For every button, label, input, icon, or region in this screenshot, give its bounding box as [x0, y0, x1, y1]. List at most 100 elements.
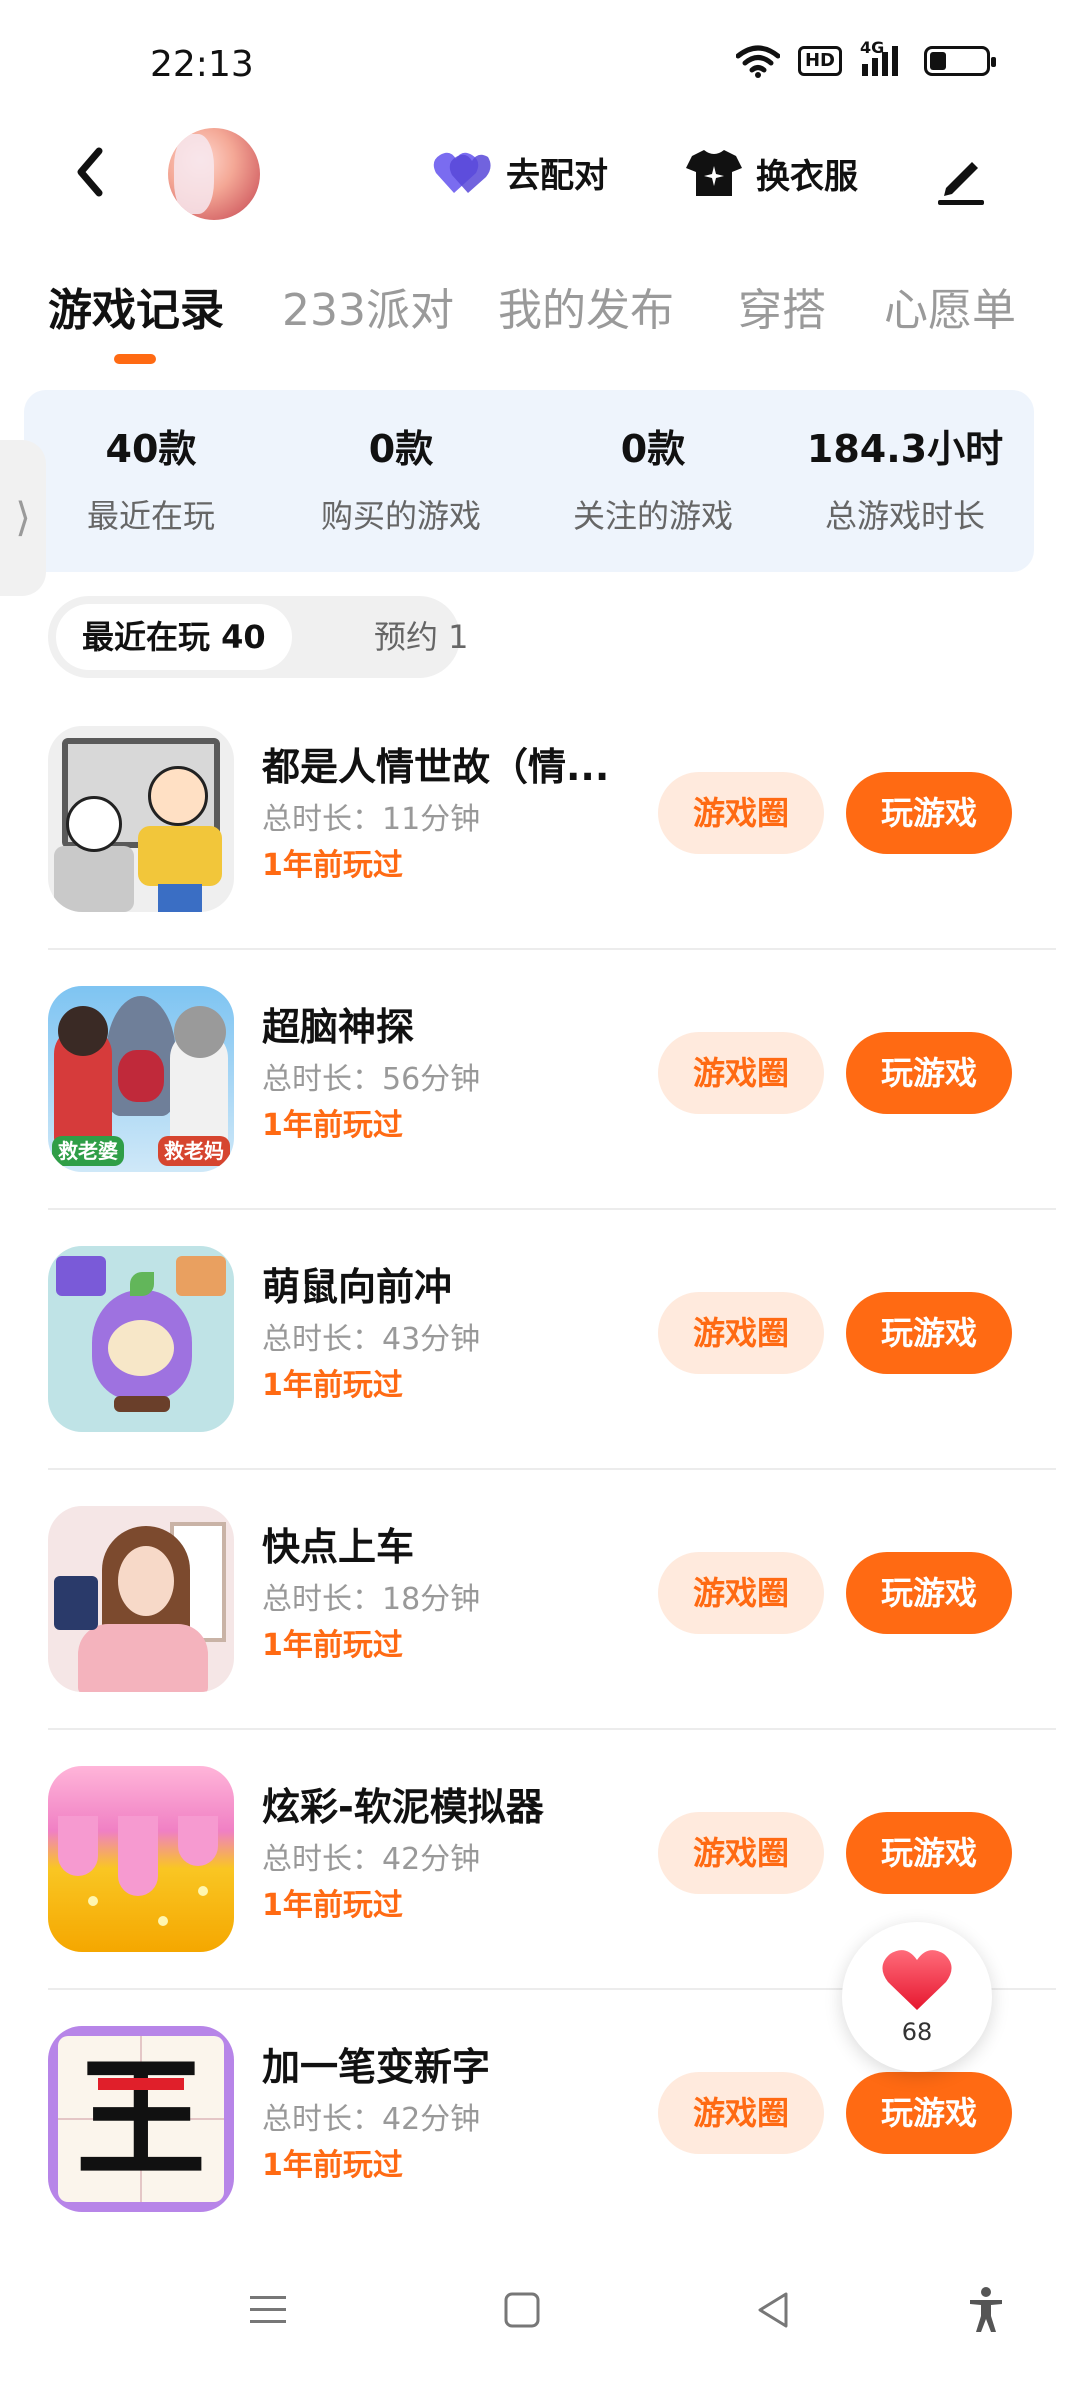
- play-game-button[interactable]: 玩游戏: [846, 1032, 1012, 1114]
- like-count: 68: [901, 2018, 933, 2046]
- sub-tab-recent[interactable]: 最近在玩 40: [56, 604, 292, 670]
- play-game-button[interactable]: 玩游戏: [846, 1292, 1012, 1374]
- game-duration: 总时长：56分钟: [262, 1062, 481, 1097]
- art-character: [78, 1624, 208, 1692]
- sub-tab-reserved[interactable]: 预约 1: [348, 604, 495, 670]
- play-game-button[interactable]: 玩游戏: [846, 772, 1012, 854]
- game-circle-button[interactable]: 游戏圈: [658, 2072, 824, 2154]
- stat-label: 购买的游戏: [320, 497, 481, 535]
- game-last-played: 1年前玩过: [262, 1628, 403, 1663]
- art-figure: [158, 884, 202, 912]
- wifi-icon: [735, 45, 780, 78]
- status-bar: 22:13 HD 4G: [0, 0, 1080, 120]
- tab-party[interactable]: 233派对: [282, 274, 454, 338]
- game-icon[interactable]: [48, 1506, 234, 1692]
- chevron-right-icon: ⟩: [15, 495, 31, 541]
- game-title: 快点上车: [262, 1525, 415, 1569]
- game-circle-button[interactable]: 游戏圈: [658, 1552, 824, 1634]
- game-circle-button[interactable]: 游戏圈: [658, 1292, 824, 1374]
- battery-level: [930, 52, 946, 70]
- game-circle-button[interactable]: 游戏圈: [658, 772, 824, 854]
- stat-total-time[interactable]: 184.3小时 总游戏时长: [780, 418, 1030, 537]
- art-sparkle: [158, 1916, 168, 1926]
- art-figure: [148, 766, 208, 826]
- art-figure: [174, 1006, 226, 1058]
- art-drip: [118, 1816, 158, 1896]
- play-game-button[interactable]: 玩游戏: [846, 2072, 1012, 2154]
- chevron-left-icon: [77, 147, 103, 197]
- art-character: [114, 1396, 170, 1412]
- game-circle-button[interactable]: 游戏圈: [658, 1032, 824, 1114]
- accessibility-button[interactable]: [956, 2280, 1016, 2340]
- menu-icon: [250, 2296, 286, 2323]
- pair-label: 去配对: [506, 156, 608, 196]
- heart-icon: [882, 1950, 952, 2010]
- stat-recent[interactable]: 40款 最近在玩: [26, 418, 276, 537]
- profile-tabs: 游戏记录 233派对 我的发布 穿搭 心愿单: [0, 262, 1080, 372]
- stat-label: 关注的游戏: [572, 497, 733, 535]
- outfit-button[interactable]: 换衣服: [686, 148, 858, 198]
- tab-outfits[interactable]: 穿搭: [738, 274, 826, 338]
- game-badge: 救老妈: [158, 1136, 230, 1166]
- tshirt-icon: [686, 150, 742, 196]
- battery-icon: [924, 46, 996, 76]
- game-icon-glyph: 王: [75, 2042, 206, 2195]
- stat-followed[interactable]: 0款 关注的游戏: [528, 418, 778, 537]
- art-cards: [54, 1576, 98, 1630]
- game-title: 萌鼠向前冲: [262, 1265, 453, 1309]
- art-flag: [56, 1256, 106, 1296]
- art-figure: [54, 846, 134, 912]
- art-character: [108, 1320, 174, 1376]
- signal-icon: 4G: [860, 38, 906, 78]
- stat-purchased[interactable]: 0款 购买的游戏: [276, 418, 526, 537]
- pencil-icon: [938, 162, 984, 205]
- art-figure: [138, 826, 222, 886]
- outfit-label: 换衣服: [756, 156, 858, 197]
- edit-button[interactable]: [934, 150, 990, 206]
- game-icon[interactable]: [48, 1246, 234, 1432]
- play-game-button[interactable]: 玩游戏: [846, 1552, 1012, 1634]
- tab-game-records[interactable]: 游戏记录: [48, 274, 224, 338]
- art-sparkle: [88, 1896, 98, 1906]
- art-drip: [58, 1816, 98, 1876]
- accessibility-icon: [970, 2287, 1002, 2332]
- game-row[interactable]: 萌鼠向前冲 总时长：43分钟 1年前玩过 游戏圈 玩游戏: [0, 1210, 1080, 1470]
- back-button[interactable]: [60, 142, 120, 202]
- stats-card: 40款 最近在玩 0款 购买的游戏 0款 关注的游戏 184.3小时 总游戏时长: [24, 390, 1034, 572]
- game-duration: 总时长：42分钟: [262, 2102, 481, 2137]
- menu-nav-button[interactable]: [238, 2280, 298, 2340]
- side-drawer-handle[interactable]: ⟩: [0, 440, 46, 596]
- game-row[interactable]: 快点上车 总时长：18分钟 1年前玩过 游戏圈 玩游戏: [0, 1470, 1080, 1730]
- tab-my-posts[interactable]: 我的发布: [498, 274, 674, 338]
- stat-value: 40款: [105, 427, 197, 471]
- art-figure: [58, 1006, 108, 1056]
- game-row[interactable]: 救老婆 救老妈 超脑神探 总时长：56分钟 1年前玩过 游戏圈 玩游戏: [0, 950, 1080, 1210]
- stat-label: 最近在玩: [86, 497, 215, 535]
- game-circle-button[interactable]: 游戏圈: [658, 1812, 824, 1894]
- art-drip: [178, 1816, 218, 1866]
- back-nav-button[interactable]: [744, 2280, 804, 2340]
- stat-value: 184.3小时: [806, 427, 1004, 471]
- pair-button[interactable]: 去配对: [432, 148, 608, 197]
- home-nav-button[interactable]: [492, 2280, 552, 2340]
- back-triangle-icon: [758, 2292, 788, 2328]
- game-row[interactable]: 都是人情世故（情... 总时长：11分钟 1年前玩过 游戏圈 玩游戏: [0, 690, 1080, 950]
- heart-pair-icon: [433, 152, 491, 193]
- stat-label: 总游戏时长: [824, 497, 985, 535]
- system-navigation-bar: [0, 2220, 1080, 2400]
- floating-like-button[interactable]: 68: [842, 1922, 992, 2072]
- tab-wishlist[interactable]: 心愿单: [884, 274, 1016, 338]
- profile-header: 去配对 换衣服: [0, 120, 1080, 230]
- game-icon[interactable]: [48, 1766, 234, 1952]
- game-duration: 总时长：43分钟: [262, 1322, 481, 1357]
- game-badge: 救老婆: [52, 1136, 124, 1166]
- stat-value: 0款: [368, 427, 434, 471]
- game-icon[interactable]: 救老婆 救老妈: [48, 986, 234, 1172]
- game-duration: 总时长：42分钟: [262, 1842, 481, 1877]
- game-last-played: 1年前玩过: [262, 1108, 403, 1143]
- avatar[interactable]: [168, 128, 260, 220]
- art-figure: [66, 796, 122, 852]
- play-game-button[interactable]: 玩游戏: [846, 1812, 1012, 1894]
- game-icon[interactable]: 王: [48, 2026, 234, 2212]
- game-icon[interactable]: [48, 726, 234, 912]
